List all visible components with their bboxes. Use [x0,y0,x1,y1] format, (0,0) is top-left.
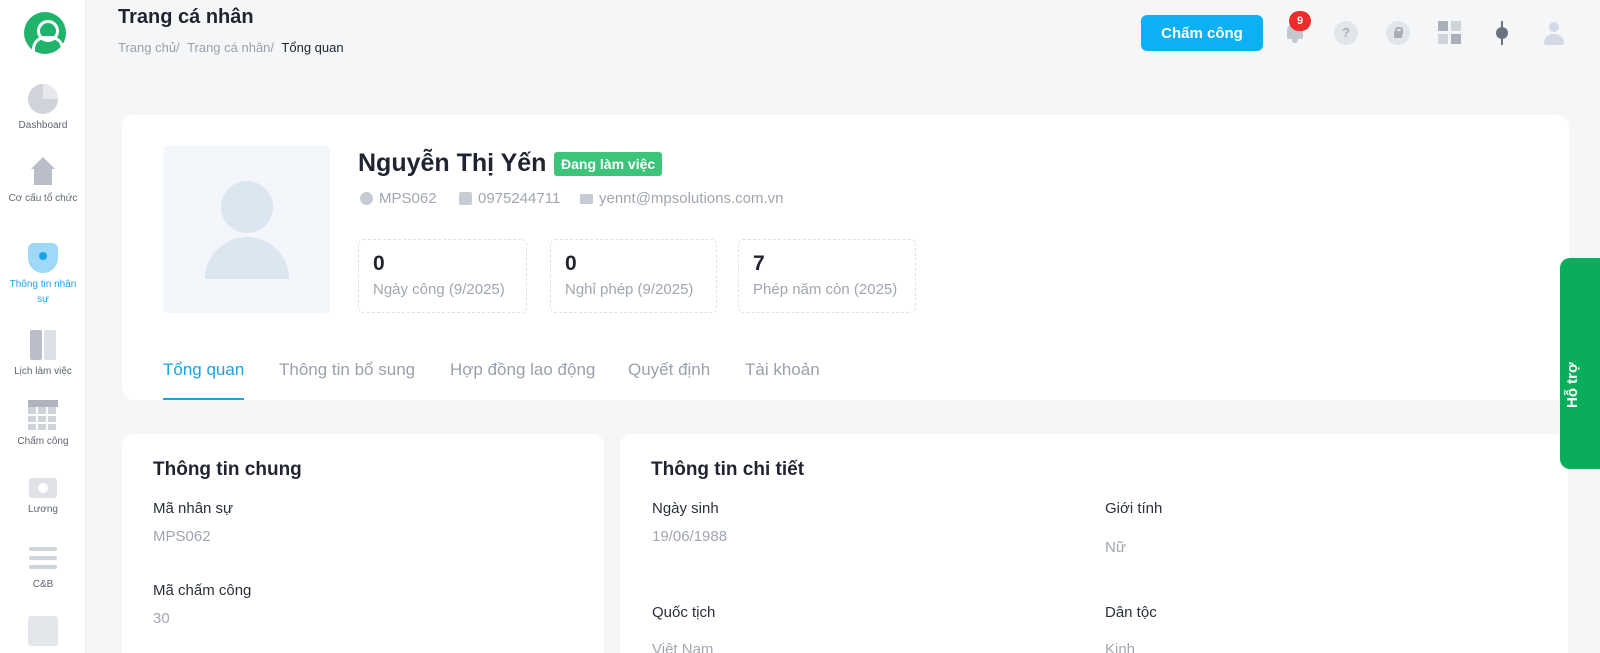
phone-icon [459,192,472,205]
tab-account[interactable]: Tài khoản [745,360,820,380]
breadcrumb: Trang chủ/ Trang cá nhân/ Tổng quan [118,40,348,55]
timekeeping-code-value: 30 [153,610,170,627]
sidebar-item-label: Chấm công [17,436,69,447]
sidebar: Dashboard Cơ cấu tổ chức Thông tin nhân … [0,0,86,653]
stat-annual-leave: 7 Phép năm còn (2025) [738,239,916,313]
mail-icon [580,193,593,204]
employee-name: Nguyễn Thị Yến [358,149,547,177]
tab-decision[interactable]: Quyết định [628,360,710,380]
lock-icon[interactable] [1386,21,1410,45]
sidebar-item-cb[interactable]: C&B [0,543,86,592]
shield-user-icon [28,243,58,273]
nationality-value: Việt Nam [652,641,714,653]
sidebar-item-label: Cơ cấu tổ chức [8,193,78,204]
sidebar-item-work-schedule[interactable]: Lịch làm việc [0,330,86,379]
general-info-card: Thông tin chung Mã nhân sự MPS062 Mã chấ… [122,434,604,653]
detail-info-title: Thông tin chi tiết [651,459,805,480]
checklist-icon [28,616,58,646]
sidebar-item-approval[interactable] [0,616,86,650]
stat-leave: 0 Nghỉ phép (9/2025) [550,239,717,313]
employee-code-value: MPS062 [153,528,211,545]
sidebar-item-dashboard[interactable]: Dashboard [0,84,86,133]
active-tab-indicator [163,398,244,400]
sidebar-item-label: Thông tin nhân sự [9,279,77,305]
ethnicity-label: Dân tộc [1105,604,1157,621]
employee-phone: 0975244711 [459,190,560,207]
user-avatar-icon[interactable] [1542,21,1566,45]
book-icon [28,330,58,360]
home-icon [28,157,58,187]
gender-label: Giới tính [1105,500,1163,517]
status-badge: Đang làm việc [554,152,663,176]
tab-additional-info[interactable]: Thông tin bổ sung [279,360,415,380]
breadcrumb-profile[interactable]: Trang cá nhân/ [187,40,274,55]
sidebar-item-salary[interactable]: Lương [0,472,86,517]
sidebar-item-organization[interactable]: Cơ cấu tổ chức [0,157,86,206]
person-icon [360,192,373,205]
clock-in-button[interactable]: Chấm công [1141,15,1263,51]
tab-labor-contract[interactable]: Hợp đồng lao động [450,360,595,380]
money-icon [29,478,57,498]
notification-badge: 9 [1289,11,1311,31]
support-label: Hỗ trợ [1564,362,1581,408]
help-icon[interactable]: ? [1334,21,1358,45]
profile-card: Nguyễn Thị Yến Đang làm việc MPS062 0975… [122,115,1569,400]
nationality-label: Quốc tịch [652,604,716,621]
stat-work-days: 0 Ngày công (9/2025) [358,239,527,313]
sidebar-item-employee-info[interactable]: Thông tin nhân sự [0,243,86,307]
sidebar-item-label: Dashboard [18,120,68,131]
sidebar-item-label: Lịch làm việc [14,366,72,377]
calendar-grid-icon [28,400,58,430]
dob-label: Ngày sinh [652,500,719,517]
general-info-title: Thông tin chung [153,459,302,480]
timekeeping-code-label: Mã chấm công [153,582,252,599]
support-tab[interactable]: Hỗ trợ [1560,258,1600,469]
list-icon [28,543,58,573]
tab-overview[interactable]: Tổng quan [163,360,244,380]
breadcrumb-current: Tổng quan [281,40,344,55]
avatar [163,146,330,313]
detail-info-card: Thông tin chi tiết Ngày sinh 19/06/1988 … [620,434,1568,653]
ethnicity-value: Kinh [1105,641,1136,653]
sidebar-item-timekeeping[interactable]: Chấm công [0,400,86,449]
pie-chart-icon [28,84,58,114]
dob-value: 19/06/1988 [652,528,728,545]
employee-code-label: Mã nhân sự [153,500,234,517]
theme-toggle-icon[interactable] [1490,21,1514,45]
sidebar-item-label: Lương [28,504,58,515]
breadcrumb-home[interactable]: Trang chủ/ [118,40,180,55]
page-title: Trang cá nhân [118,6,254,28]
app-logo-icon[interactable] [24,12,66,54]
sidebar-item-label: C&B [32,579,54,590]
gender-value: Nữ [1105,539,1126,556]
employee-code: MPS062 [360,190,437,207]
apps-grid-icon[interactable] [1438,21,1462,45]
employee-email: yennt@mpsolutions.com.vn [580,190,783,207]
